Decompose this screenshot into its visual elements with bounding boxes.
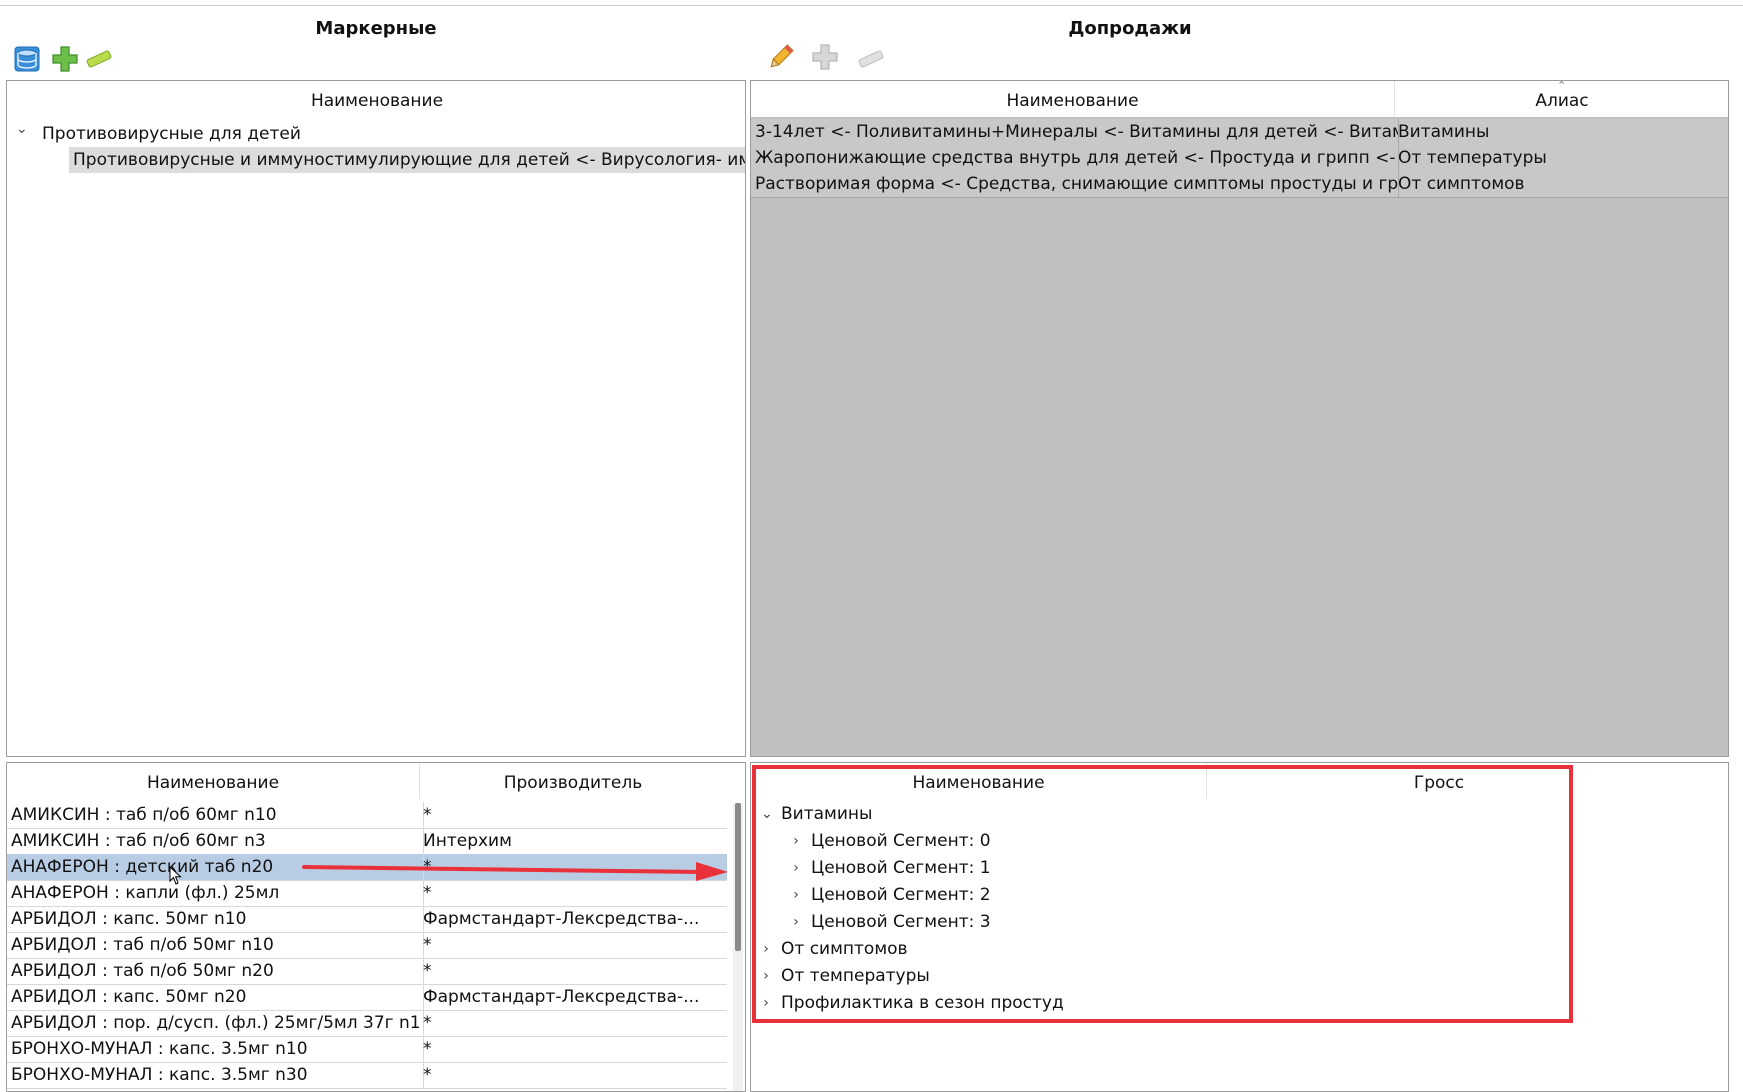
cell-manufacturer: * xyxy=(423,1039,432,1059)
tree-child-item[interactable]: Противовирусные и иммуностимулирующие дл… xyxy=(69,147,746,173)
cell-manufacturer: * xyxy=(423,1065,432,1085)
arrow-annotation xyxy=(300,858,732,882)
vertical-scrollbar[interactable] xyxy=(733,803,743,1091)
table-row[interactable]: АРБИДОЛ : таб п/об 50мг n20 * xyxy=(7,958,727,985)
cell-name: АРБИДОЛ : капс. 50мг n10 xyxy=(7,906,424,932)
cell-name: БРОНХО-МУНАЛ : капс. 3.5мг n30 xyxy=(7,1062,424,1088)
column-header-manufacturer[interactable]: Производитель xyxy=(419,763,727,799)
table-row[interactable]: БРОНХО-МУНАЛ : капс. 3.5мг n30 * xyxy=(7,1062,727,1089)
products-panel[interactable]: Наименование Производитель АМИКСИН : таб… xyxy=(6,762,746,1092)
tree-root-label: Противовирусные для детей xyxy=(42,124,301,144)
table-row[interactable]: АРБИДОЛ : таб п/об 50мг n10 * xyxy=(7,932,727,959)
cell-name: АРБИДОЛ : таб п/об 50мг n20 xyxy=(7,958,424,984)
cell-name: Жаропонижающие средства внутрь для детей… xyxy=(751,145,1399,171)
cell-name: Растворимая форма <- Средства, снимающие… xyxy=(751,171,1399,197)
tree-root-item[interactable]: Противовирусные для детей xyxy=(42,121,732,147)
chevron-down-icon[interactable]: ⌄ xyxy=(16,121,28,137)
table-row[interactable]: 3-14лет <- Поливитамины+Минералы <- Вита… xyxy=(751,119,1728,146)
markers-title: Маркерные xyxy=(315,18,437,39)
cell-name: АРБИДОЛ : капс. 50мг n20 xyxy=(7,984,424,1010)
cell-manufacturer: Интерхим xyxy=(423,831,512,851)
cell-manufacturer: Фармстандарт-Лексредства-... xyxy=(423,987,700,1007)
edit-icon[interactable] xyxy=(766,42,796,72)
table-row[interactable]: Растворимая форма <- Средства, снимающие… xyxy=(751,171,1728,198)
mouse-cursor-icon xyxy=(169,865,183,891)
markers-tree-panel[interactable]: Наименование ⌄ Противовирусные для детей… xyxy=(6,80,746,757)
table-row[interactable]: АРБИДОЛ : капс. 50мг n10 Фармстандарт-Лек… xyxy=(7,906,727,933)
upsell-table-header: Наименование Алиас ⌃ xyxy=(751,81,1728,117)
add-icon-disabled[interactable] xyxy=(810,42,840,72)
cell-alias: От симптомов xyxy=(1398,174,1525,194)
cell-alias: От температуры xyxy=(1398,148,1547,168)
cell-manufacturer: * xyxy=(423,883,432,903)
upsell-table-panel[interactable]: Наименование Алиас ⌃ 3-14лет <- Поливита… xyxy=(750,80,1729,757)
column-header-name[interactable]: Наименование xyxy=(7,81,745,117)
cell-manufacturer: * xyxy=(423,805,432,825)
markers-tree-header: Наименование xyxy=(7,81,745,117)
window-top-border xyxy=(0,0,1743,6)
scrollbar-thumb[interactable] xyxy=(735,803,741,951)
table-row[interactable]: АМИКСИН : таб п/об 60мг n10 * xyxy=(7,802,727,829)
table-row[interactable]: АМИКСИН : таб п/об 60мг n3 Интерхим xyxy=(7,828,727,855)
cell-alias: Витамины xyxy=(1398,122,1490,142)
column-header-name[interactable]: Наименование xyxy=(7,763,419,799)
cell-name: АМИКСИН : таб п/об 60мг n10 xyxy=(7,802,424,828)
column-header-name[interactable]: Наименование xyxy=(751,81,1394,117)
cell-name: АРБИДОЛ : пор. д/сусп. (фл.) 25мг/5мл 37… xyxy=(7,1010,424,1036)
cell-manufacturer: * xyxy=(423,1013,432,1033)
products-header: Наименование Производитель xyxy=(7,763,745,799)
add-icon[interactable] xyxy=(50,44,80,74)
table-row[interactable]: АРБИДОЛ : пор. д/сусп. (фл.) 25мг/5мл 37… xyxy=(7,1010,727,1037)
sort-up-icon: ⌃ xyxy=(1557,80,1567,92)
table-row[interactable]: АНАФЕРОН : капли (фл.) 25мл * xyxy=(7,880,727,907)
cell-manufacturer: Фармстандарт-Лексредства-... xyxy=(423,909,700,929)
highlight-box xyxy=(752,765,1573,1023)
cell-name: АНАФЕРОН : капли (фл.) 25мл xyxy=(7,880,424,906)
table-row[interactable]: АРБИДОЛ : капс. 50мг n20 Фармстандарт-Лек… xyxy=(7,984,727,1011)
cell-manufacturer: * xyxy=(423,961,432,981)
table-row[interactable]: Жаропонижающие средства внутрь для детей… xyxy=(751,145,1728,172)
cell-manufacturer: * xyxy=(423,935,432,955)
cell-name: АМИКСИН : таб п/об 60мг n3 xyxy=(7,828,424,854)
tree-child-label: Противовирусные и иммуностимулирующие дл… xyxy=(73,150,746,170)
remove-icon-disabled[interactable] xyxy=(856,44,886,74)
cell-name: 3-14лет <- Поливитамины+Минералы <- Вита… xyxy=(751,119,1399,145)
cell-name: АРБИДОЛ : таб п/об 50мг n10 xyxy=(7,932,424,958)
table-row[interactable]: БРОНХО-МУНАЛ : капс. 3.5мг n10 * xyxy=(7,1036,727,1063)
database-icon[interactable] xyxy=(12,44,42,74)
upsell-title: Допродажи xyxy=(1068,18,1192,39)
remove-icon[interactable] xyxy=(84,44,114,74)
cell-name: БРОНХО-МУНАЛ : капс. 3.5мг n10 xyxy=(7,1036,424,1062)
